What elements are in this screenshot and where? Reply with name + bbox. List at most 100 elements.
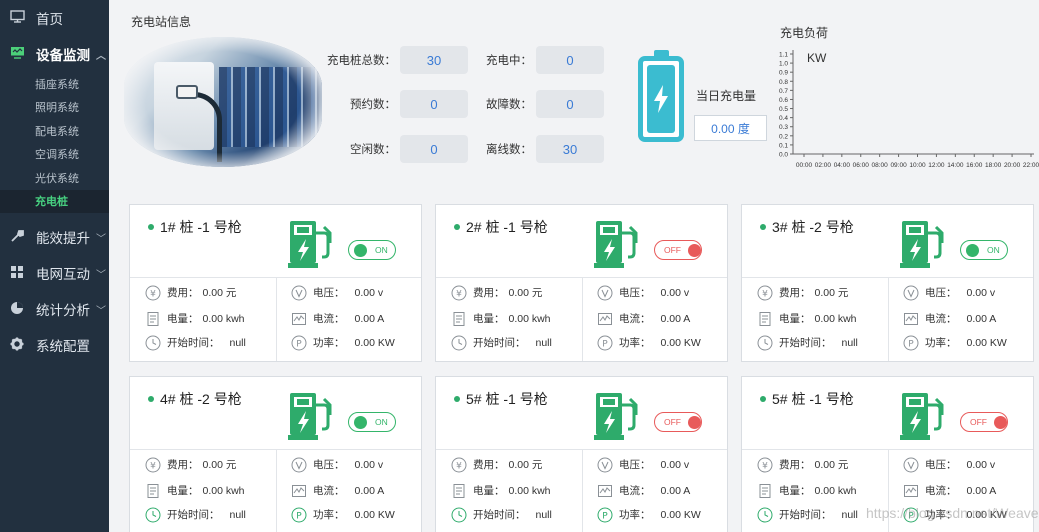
sidebar: 首页 设备监测 ︿ 插座系统 照明系统 配电系统 空调系统 光伏系统 充电桩 能… — [0, 0, 109, 532]
voltage-row: 电压： 0.00 v — [902, 284, 995, 301]
charger-card-title: 5# 桩 -1 号枪 — [760, 389, 854, 409]
voltage-icon — [902, 456, 919, 473]
nav-sub-pv[interactable]: 光伏系统 — [0, 166, 109, 190]
power-toggle[interactable]: ON — [348, 240, 396, 260]
stat-idle-value: 0 — [400, 135, 468, 163]
parking-icon: P — [902, 334, 919, 351]
current-row: 电流： 0.00 A — [902, 310, 996, 327]
nav-config[interactable]: 系统配置 — [0, 327, 109, 363]
power-toggle[interactable]: ON — [348, 412, 396, 432]
svg-text:P: P — [296, 339, 302, 349]
y-tick-label: 1.1 — [779, 52, 788, 59]
waveform-icon — [290, 482, 307, 499]
x-tick-label: 02:00 — [815, 162, 832, 169]
nav-home-label: 首页 — [36, 12, 63, 27]
x-tick-label: 16:00 — [966, 162, 983, 169]
x-tick-label: 14:00 — [947, 162, 964, 169]
energy-row: 电量： 0.00 kwh — [756, 310, 857, 327]
x-tick-label: 12:00 — [928, 162, 945, 169]
status-dot — [454, 396, 460, 402]
voltage-row: 电压： 0.00 v — [290, 456, 383, 473]
yuan-icon: ¥ — [450, 284, 467, 301]
grid-icon — [8, 265, 26, 282]
voltage-icon — [596, 284, 613, 301]
nav-sub-socket[interactable]: 插座系统 — [0, 72, 109, 96]
clock-icon — [450, 334, 467, 351]
x-tick-label: 18:00 — [985, 162, 1002, 169]
svg-text:P: P — [908, 339, 914, 349]
power-toggle[interactable]: OFF — [654, 240, 702, 260]
svg-text:P: P — [602, 339, 608, 349]
nav-sub-lighting[interactable]: 照明系统 — [0, 96, 109, 120]
waveform-icon — [596, 482, 613, 499]
svg-text:¥: ¥ — [150, 289, 156, 299]
status-dot — [148, 396, 154, 402]
stat-idle: 空闲数： 0 — [322, 135, 468, 163]
power-row: P 功率： 0.00 KW — [596, 334, 701, 351]
parking-icon: P — [290, 334, 307, 351]
clock-icon — [144, 334, 161, 351]
charger-card: 3# 桩 -2 号枪 ON ¥ 费用： 0.00 元 电量： 0.00 kwh 开始时… — [741, 204, 1034, 362]
meter-icon — [144, 482, 161, 499]
waveform-icon — [902, 310, 919, 327]
energy-row: 电量： 0.00 kwh — [144, 310, 245, 327]
chevron-up-icon: ︿ — [96, 50, 106, 62]
current-row: 电流： 0.00 A — [290, 310, 384, 327]
chart-title: 充电负荷 — [780, 26, 829, 40]
nav-sub-distribution[interactable]: 配电系统 — [0, 119, 109, 143]
fee-row: ¥ 费用： 0.00 元 — [450, 284, 542, 301]
charger-card: 5# 桩 -1 号枪 OFF ¥ 费用： 0.00 元 电量： 0.00 kwh 开始… — [435, 376, 728, 532]
nav-stats[interactable]: 统计分析 ﹀ — [0, 291, 109, 327]
clock-icon — [450, 506, 467, 523]
nav-config-label: 系统配置 — [36, 339, 90, 354]
power-row: P 功率： 0.00 KW — [290, 334, 395, 351]
meter-icon — [450, 482, 467, 499]
clock-icon — [756, 506, 773, 523]
fee-row: ¥ 费用： 0.00 元 — [450, 456, 542, 473]
power-toggle[interactable]: OFF — [960, 412, 1008, 432]
chevron-down-icon: ﹀ — [96, 305, 106, 317]
wrench-icon — [8, 229, 26, 246]
nav-sub-aircon[interactable]: 空调系统 — [0, 143, 109, 167]
nav-stats-label: 统计分析 — [36, 303, 90, 318]
voltage-row: 电压： 0.00 v — [290, 284, 383, 301]
waveform-icon — [290, 310, 307, 327]
x-tick-label: 00:00 — [796, 162, 813, 169]
x-tick-label: 06:00 — [853, 162, 870, 169]
nav-efficiency[interactable]: 能效提升 ﹀ — [0, 219, 109, 255]
today-energy-label: 当日充电量 — [696, 89, 757, 103]
clock-icon — [756, 334, 773, 351]
nav-device-monitor-label: 设备监测 — [36, 48, 90, 63]
yuan-icon: ¥ — [144, 284, 161, 301]
nav-home[interactable]: 首页 — [0, 0, 109, 36]
nav-sub-charging-pile[interactable]: 充电桩 — [0, 189, 109, 213]
pie-chart-icon — [8, 301, 26, 318]
y-tick-label: 0.4 — [779, 115, 788, 122]
x-tick-label: 04:00 — [834, 162, 851, 169]
voltage-row: 电压： 0.00 v — [596, 456, 689, 473]
stat-reserved-value: 0 — [400, 90, 468, 118]
nav-device-monitor[interactable]: 设备监测 ︿ — [0, 36, 109, 72]
charging-pump-icon — [900, 219, 946, 274]
stat-total-value: 30 — [400, 46, 468, 74]
charger-card-title: 3# 桩 -2 号枪 — [760, 217, 854, 237]
today-energy-value: 0.00 度 — [694, 115, 767, 141]
voltage-icon — [290, 456, 307, 473]
start-time-row: 开始时间： null — [144, 334, 246, 351]
nav-grid[interactable]: 电网互动 ﹀ — [0, 255, 109, 291]
charger-card: 4# 桩 -2 号枪 ON ¥ 费用： 0.00 元 电量： 0.00 kwh 开始时… — [129, 376, 422, 532]
stat-offline-value: 30 — [536, 135, 604, 163]
watermark: https://blog.csdn.net/Weaver — [866, 505, 1039, 521]
y-tick-label: 0.0 — [779, 152, 788, 159]
power-toggle[interactable]: ON — [960, 240, 1008, 260]
charger-card: 2# 桩 -1 号枪 OFF ¥ 费用： 0.00 元 电量： 0.00 kwh 开始… — [435, 204, 728, 362]
svg-text:¥: ¥ — [456, 461, 462, 471]
svg-text:P: P — [296, 511, 302, 521]
svg-text:¥: ¥ — [762, 289, 768, 299]
svg-text:¥: ¥ — [762, 461, 768, 471]
parking-icon: P — [596, 334, 613, 351]
power-toggle[interactable]: OFF — [654, 412, 702, 432]
meter-icon — [450, 310, 467, 327]
monitor-icon — [8, 10, 26, 26]
charging-pump-icon — [288, 391, 334, 446]
